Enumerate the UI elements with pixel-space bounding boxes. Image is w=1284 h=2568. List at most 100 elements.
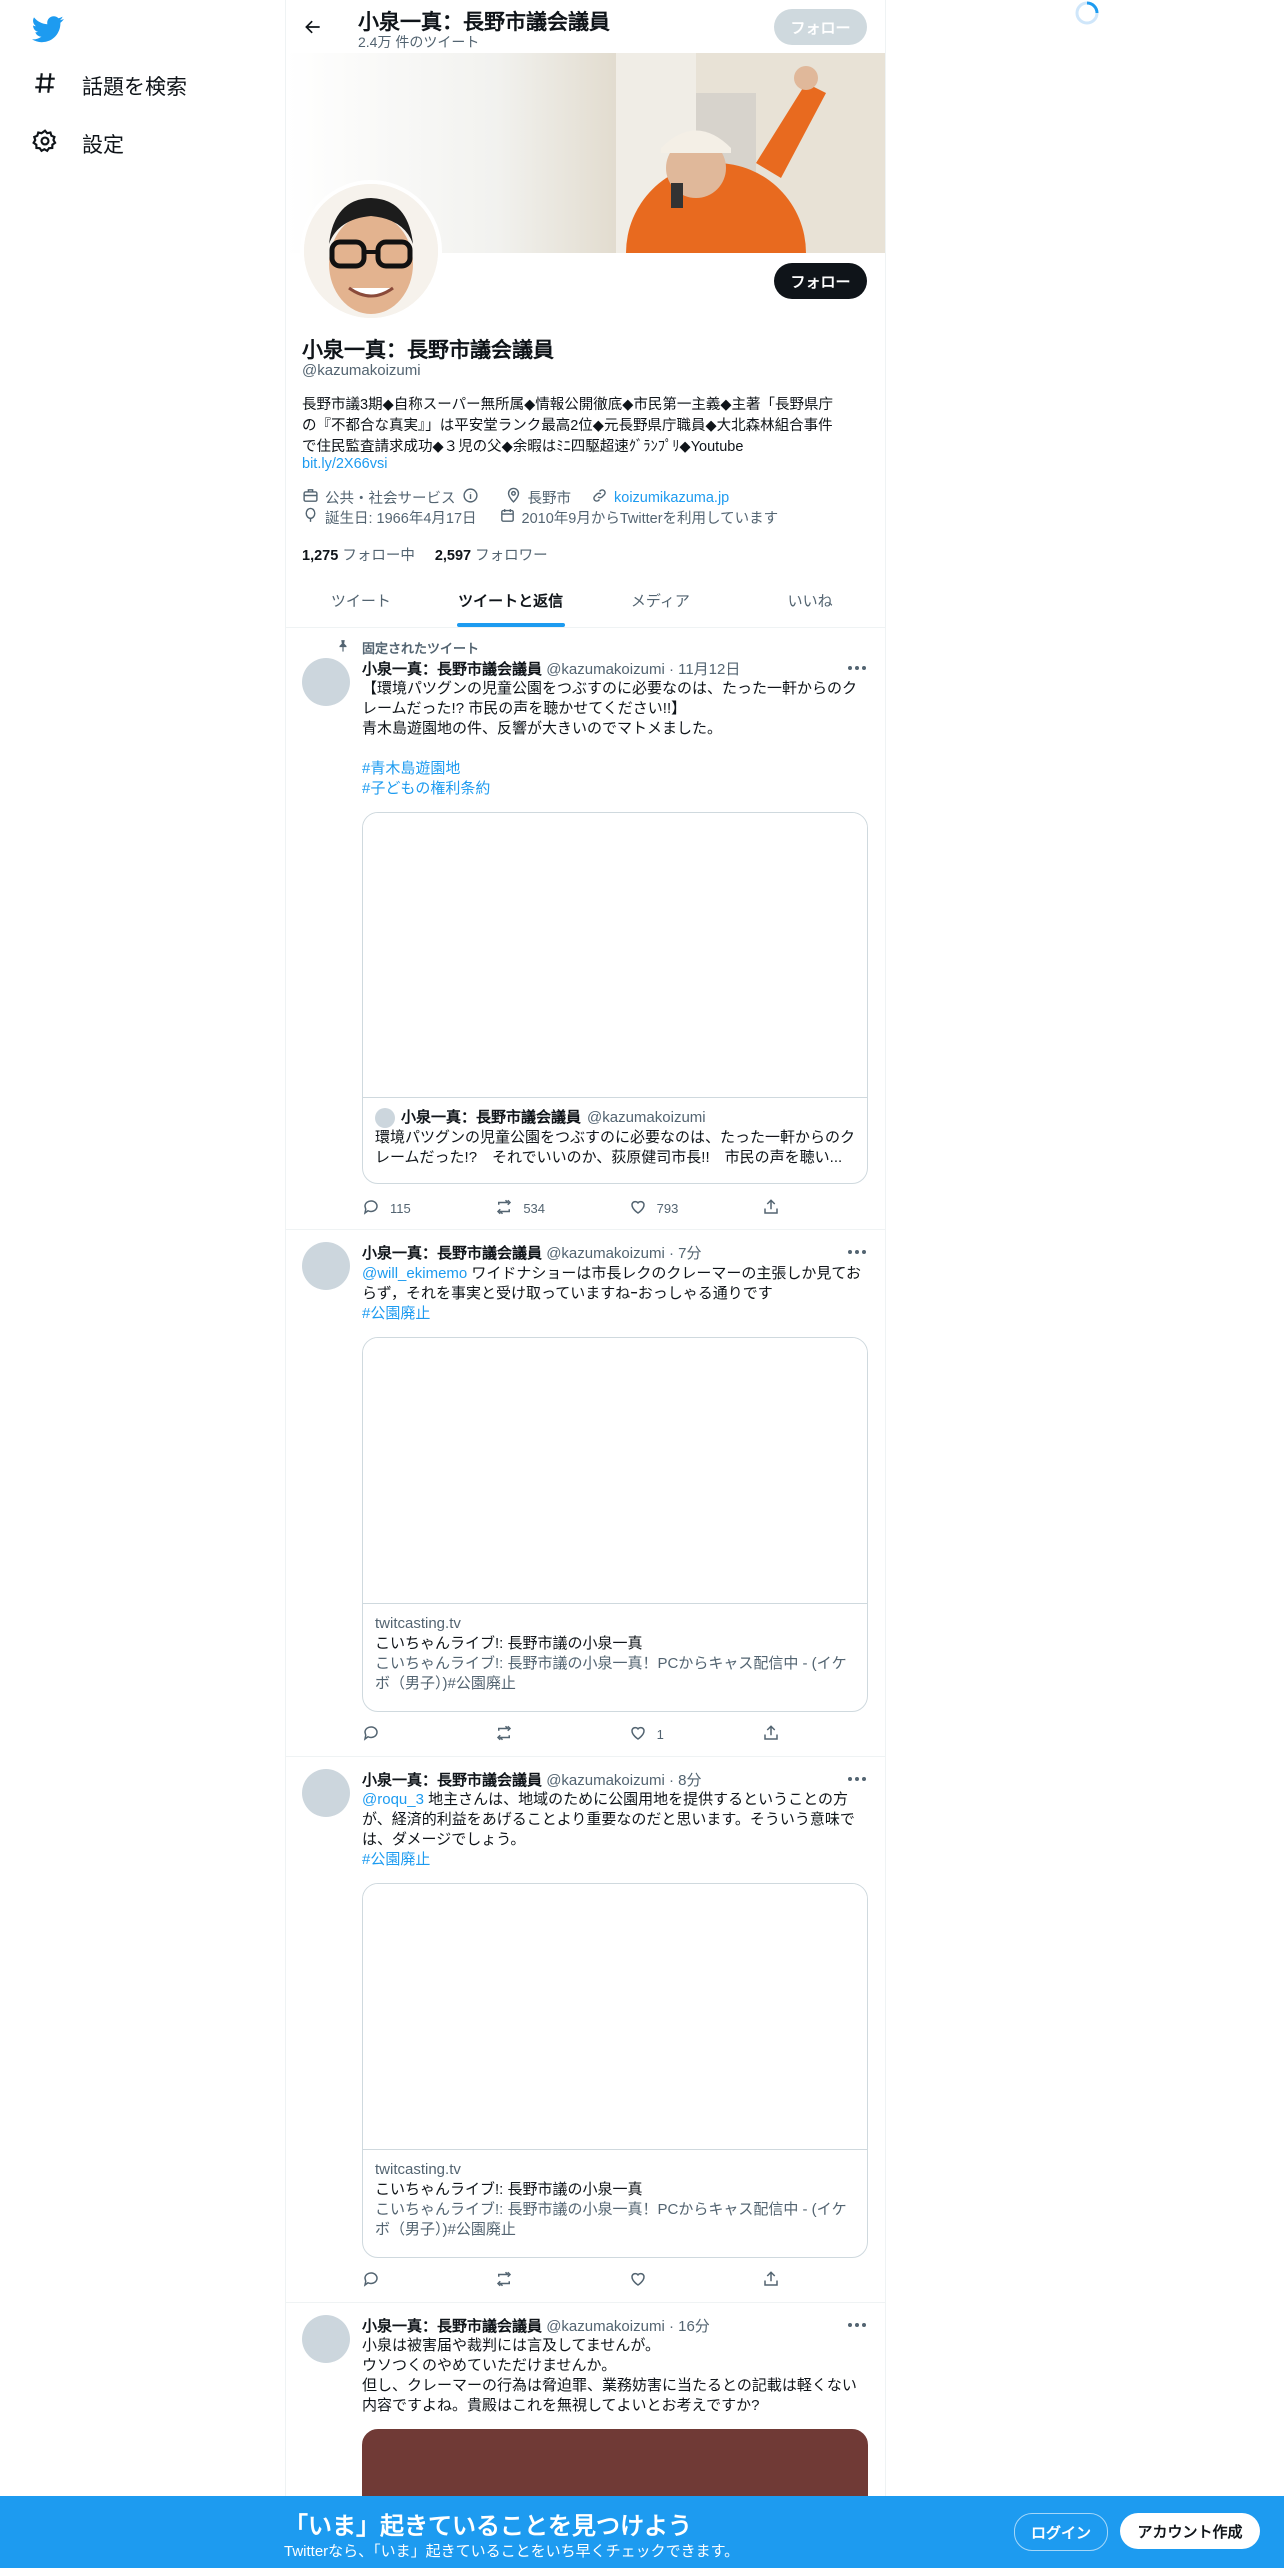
- signup-banner-title: 「いま」起きていることを見つけよう: [284, 2513, 692, 2540]
- tweet-text-line: 【環境パツグンの児童公園をつぶすのに必要なのは、たった一軒からのク: [362, 680, 858, 697]
- tweet-avatar[interactable]: [302, 2315, 350, 2363]
- link-description: こいちゃんライブ!: 長野市議の小泉一真！PCからキャス配信中 - (イケ: [375, 2201, 847, 2218]
- tweet-author-name[interactable]: 小泉一真：長野市議会議員: [362, 1772, 542, 1789]
- tweet-text: @will_ekimemo ワイドナショーは市長レクのクレーマーの主張しか見てお…: [362, 1264, 868, 1324]
- briefcase-icon: [302, 487, 319, 508]
- tweet-text-line: 小泉は被害届や裁判には言及してませんが。: [362, 2337, 661, 2354]
- retweet-button[interactable]: [495, 2270, 585, 2291]
- location-pin-icon: [505, 487, 522, 508]
- reply-button[interactable]: [362, 2270, 452, 2291]
- tweet-avatar[interactable]: [302, 1769, 350, 1817]
- tweet-avatar[interactable]: [302, 1242, 350, 1290]
- nav-settings[interactable]: 設定: [32, 128, 124, 160]
- twitter-logo-icon[interactable]: [31, 13, 64, 45]
- profile-category: 公共・社会サービス: [325, 491, 456, 507]
- retweet-button[interactable]: [495, 1724, 585, 1745]
- like-button[interactable]: 1: [629, 1724, 719, 1745]
- quote-text-line: 環境パツグンの児童公園をつぶすのに必要なのは、たった一軒からのク: [375, 1129, 856, 1146]
- header-follow-button[interactable]: フォロー: [774, 9, 867, 45]
- profile-birthday: 誕生日: 1966年4月17日: [325, 511, 477, 527]
- left-sidebar: 話題を検索 設定: [0, 0, 285, 2568]
- tweet-text-line: 地主さんは、地域のために公園用地を提供するということの方: [423, 1791, 848, 1808]
- link-preview-card[interactable]: twitcasting.tv こいちゃんライブ!: 長野市議の小泉一真 こいちゃ…: [362, 1337, 868, 1712]
- login-button[interactable]: ログイン: [1014, 2513, 1108, 2551]
- like-button[interactable]: 793: [629, 1198, 719, 1219]
- tweet-header: 小泉一真：長野市議会議員 @kazumakoizumi · 7分: [362, 1242, 701, 1263]
- share-button[interactable]: [762, 2270, 792, 2291]
- hashtag-link[interactable]: #公園廃止: [362, 1304, 868, 1324]
- quote-author-handle: @kazumakoizumi: [587, 1109, 706, 1126]
- like-button[interactable]: [629, 2270, 719, 2291]
- link-preview-info: twitcasting.tv こいちゃんライブ!: 長野市議の小泉一真 こいちゃ…: [363, 1604, 867, 1704]
- profile-tabs: ツイート ツイートと返信 メディア いいね: [286, 574, 885, 628]
- signup-button[interactable]: アカウント作成: [1120, 2513, 1260, 2549]
- info-icon[interactable]: [462, 487, 479, 508]
- profile-avatar[interactable]: [300, 180, 442, 322]
- tweet-header: 小泉一真：長野市議会議員 @kazumakoizumi · 16分: [362, 2315, 710, 2336]
- bio-line: で住民監査請求成功◆３児の父◆余暇はﾐﾆ四駆超速ｸﾞﾗﾝﾌﾟﾘ◆Youtube: [302, 439, 744, 455]
- tweet-text-line: らず，それを事実と受け取っていますねｰおっしゃる通りです: [362, 1285, 773, 1302]
- nav-explore-label: 話題を検索: [82, 76, 187, 99]
- reply-button[interactable]: [362, 1724, 452, 1745]
- retweet-icon: [495, 1724, 513, 1745]
- tweet-author-name[interactable]: 小泉一真：長野市議会議員: [362, 1245, 542, 1262]
- tweet-text-line: は、ダメージでしょう。: [362, 1831, 526, 1848]
- hashtag-link[interactable]: #子どもの権利条約: [362, 779, 868, 799]
- main-column: 小泉一真：長野市議会議員 2.4万 件のツイート フォロー フォロー 小泉一真：…: [285, 0, 886, 2568]
- mention-link[interactable]: @will_ekimemo: [362, 1265, 467, 1282]
- retweet-button[interactable]: 534: [495, 1198, 585, 1219]
- quote-media: [363, 813, 867, 1098]
- more-options-icon[interactable]: [846, 2317, 868, 2333]
- quote-text-line: レームだった!? それでいいのか、荻原健司市長!! 市民の声を聴い...: [375, 1149, 843, 1166]
- tweet-avatar[interactable]: [302, 658, 350, 706]
- tweet-meta: @kazumakoizumi · 8分: [546, 1772, 702, 1789]
- share-button[interactable]: [762, 1724, 792, 1745]
- pin-icon: [336, 639, 350, 656]
- profile-meta-row-1: 公共・社会サービス 長野市 koizumikazuma.jp: [302, 487, 729, 508]
- tweet-text: 小泉は被害届や裁判には言及してませんが。 ウソつくのやめていただけませんか。 但…: [362, 2336, 868, 2416]
- link-title: こいちゃんライブ!: 長野市議の小泉一真: [375, 2181, 643, 2198]
- signup-banner: 「いま」起きていることを見つけよう Twitterなら、「いま」起きていることを…: [0, 2496, 1284, 2568]
- tweet-meta: @kazumakoizumi · 11月12日: [546, 661, 741, 678]
- hashtag-link[interactable]: #公園廃止: [362, 1850, 868, 1870]
- following-stat[interactable]: 1,275 フォロー中: [302, 544, 415, 565]
- tab-tweets-and-replies[interactable]: ツイートと返信: [436, 574, 586, 627]
- profile-location: 長野市: [527, 491, 572, 507]
- back-button[interactable]: [298, 12, 328, 42]
- quote-tweet-card[interactable]: 小泉一真：長野市議会議員 @kazumakoizumi 環境パツグンの児童公園を…: [362, 812, 868, 1184]
- profile-name: 小泉一真：長野市議会議員: [302, 339, 554, 362]
- tweet-author-name[interactable]: 小泉一真：長野市議会議員: [362, 661, 542, 678]
- tab-likes[interactable]: いいね: [735, 574, 885, 627]
- share-button[interactable]: [762, 1198, 792, 1219]
- tab-tweets[interactable]: ツイート: [286, 574, 436, 627]
- tweet-meta: @kazumakoizumi · 7分: [546, 1245, 702, 1262]
- link-preview-card[interactable]: twitcasting.tv こいちゃんライブ!: 長野市議の小泉一真 こいちゃ…: [362, 1883, 868, 2258]
- calendar-icon: [499, 507, 516, 528]
- tweet-actions: 1: [362, 1724, 792, 1745]
- heart-icon: [629, 1724, 647, 1745]
- tweet-actions: 115 534 793: [362, 1198, 792, 1219]
- link-preview-media: [363, 1884, 867, 2150]
- tweet-text: 【環境パツグンの児童公園をつぶすのに必要なのは、たった一軒からのク レームだった…: [362, 679, 868, 799]
- more-options-icon[interactable]: [846, 660, 868, 676]
- gear-icon: [32, 128, 58, 160]
- mention-link[interactable]: @roqu_3: [362, 1791, 424, 1808]
- tweet-text: @roqu_3 地主さんは、地域のために公園用地を提供するということの方 が、経…: [362, 1790, 868, 1870]
- hashtag-link[interactable]: #青木島遊園地: [362, 759, 868, 779]
- reply-button[interactable]: 115: [362, 1198, 452, 1219]
- bio-line: 長野市議3期◆自称スーパー無所属◆情報公開徹底◆市民第一主義◆主著「長野県庁: [302, 397, 834, 413]
- follow-button[interactable]: フォロー: [774, 263, 867, 299]
- retweet-icon: [495, 1198, 513, 1219]
- followers-stat[interactable]: 2,597 フォロワー: [435, 544, 548, 565]
- quote-info: 小泉一真：長野市議会議員 @kazumakoizumi 環境パツグンの児童公園を…: [363, 1098, 867, 1178]
- profile-website-link[interactable]: koizumikazuma.jp: [614, 490, 729, 506]
- more-options-icon[interactable]: [846, 1771, 868, 1787]
- more-options-icon[interactable]: [846, 1244, 868, 1260]
- tab-media[interactable]: メディア: [586, 574, 736, 627]
- tweet-author-name[interactable]: 小泉一真：長野市議会議員: [362, 2318, 542, 2335]
- nav-explore[interactable]: 話題を検索: [32, 70, 187, 102]
- link-domain: twitcasting.tv: [375, 1615, 461, 1632]
- following-label: フォロー中: [342, 548, 415, 564]
- bio-link[interactable]: bit.ly/2X66vsi: [302, 456, 387, 472]
- tab-label: いいね: [787, 593, 833, 610]
